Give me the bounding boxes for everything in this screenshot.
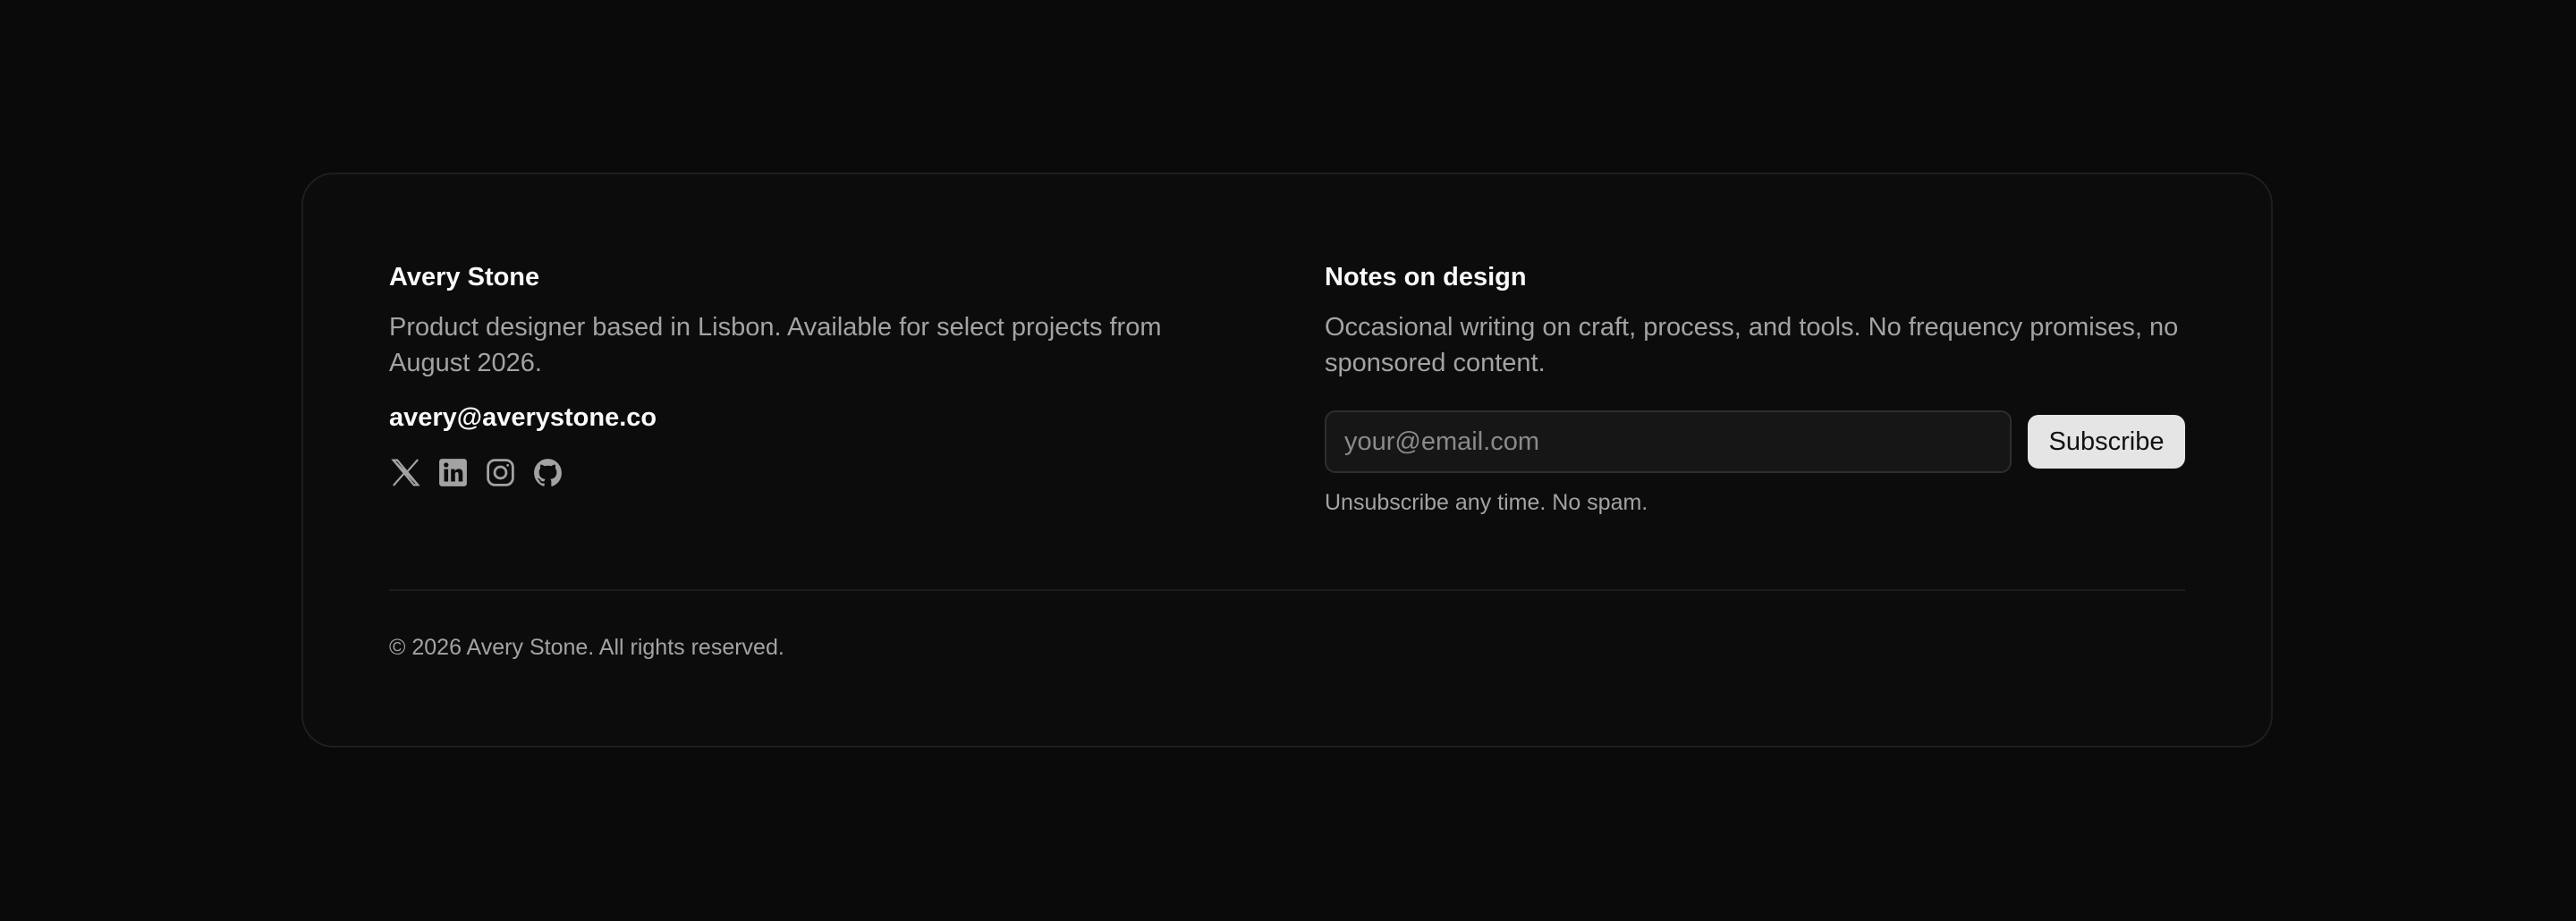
copyright-text: © 2026 Avery Stone. All rights reserved.: [389, 635, 784, 660]
linkedin-icon: [439, 459, 467, 486]
social-link-github[interactable]: [531, 456, 564, 489]
social-links: [389, 456, 1248, 489]
subscribe-form: Subscribe: [1325, 410, 2189, 473]
site-footer: Avery Stone Product designer based in Li…: [301, 173, 2273, 748]
social-link-instagram[interactable]: [484, 456, 517, 489]
email-link[interactable]: avery@averystone.co: [389, 401, 657, 435]
github-icon: [534, 459, 562, 486]
instagram-icon: [487, 459, 514, 486]
subscribe-button[interactable]: Subscribe: [2028, 415, 2185, 469]
subscribe-note: Unsubscribe any time. No spam.: [1325, 490, 1648, 515]
profile-section: Avery Stone Product designer based in Li…: [389, 260, 1248, 489]
newsletter-title: Notes on design: [1325, 263, 1527, 292]
social-link-linkedin[interactable]: [436, 456, 470, 489]
newsletter-section: Notes on design Occasional writing on cr…: [1325, 260, 2189, 518]
email-input[interactable]: [1325, 410, 2012, 473]
x-icon: [391, 459, 420, 486]
profile-bio: Product designer based in Lisbon. Availa…: [389, 313, 1162, 377]
newsletter-description: Occasional writing on craft, process, an…: [1325, 313, 2179, 377]
footer-divider: [389, 589, 2185, 591]
page: Avery Stone Product designer based in Li…: [0, 0, 2576, 921]
profile-name: Avery Stone: [389, 263, 540, 292]
social-link-x[interactable]: [389, 456, 422, 489]
